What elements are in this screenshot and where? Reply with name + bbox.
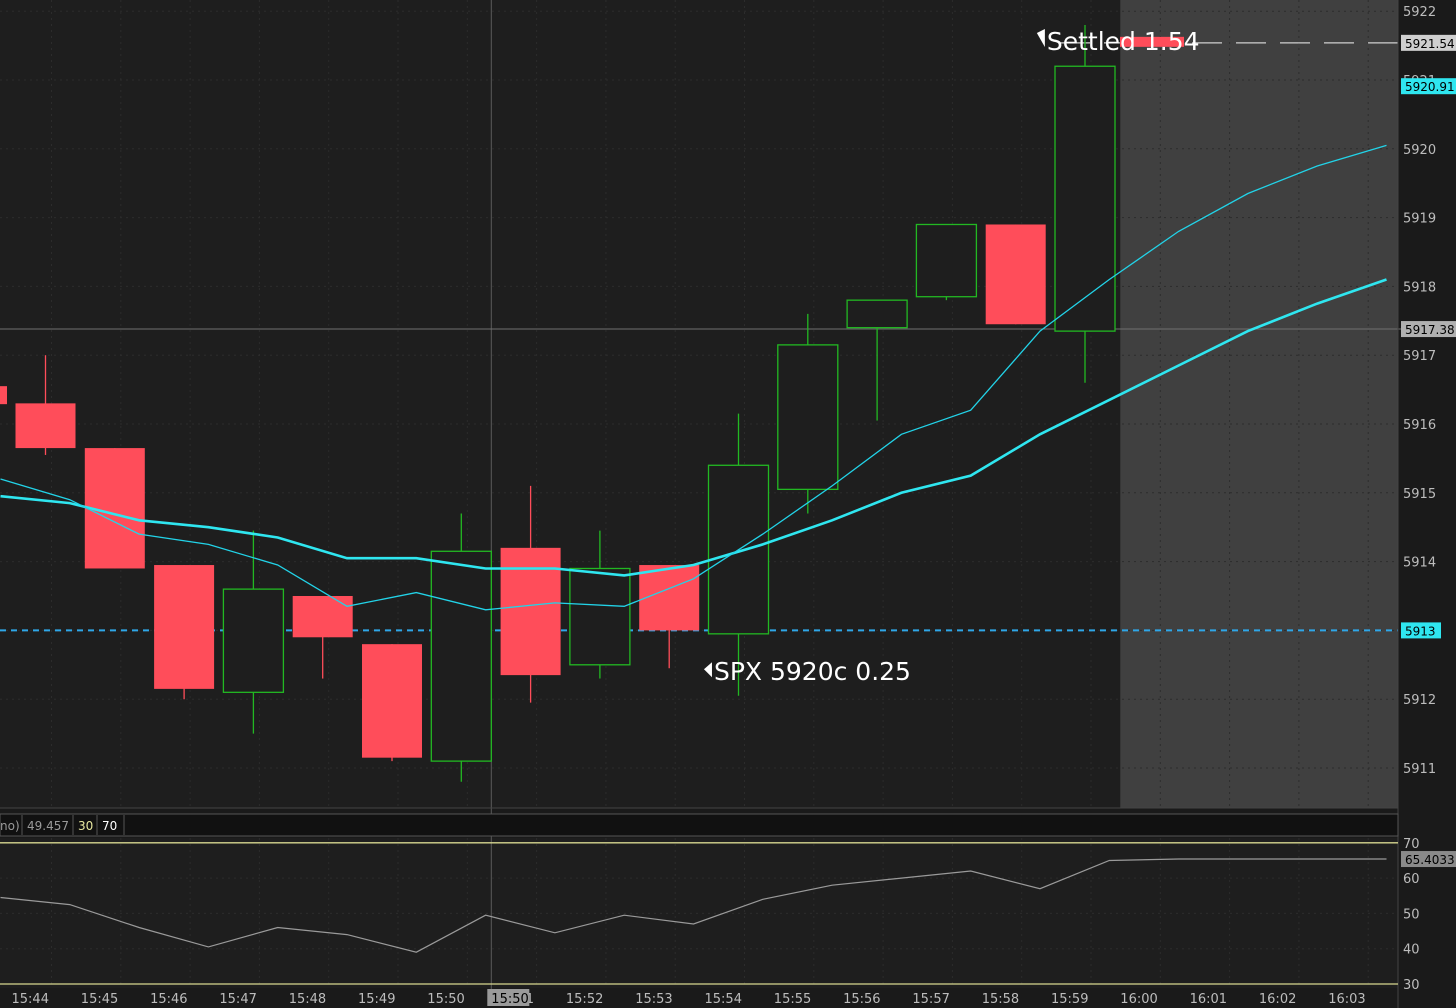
x-tick-label: 15:47 bbox=[219, 992, 256, 1007]
osc-y-tick-label: 60 bbox=[1403, 872, 1420, 887]
oscillator-header-value: no) bbox=[0, 819, 20, 833]
oscillator-header bbox=[0, 813, 1399, 837]
candle-body-up[interactable] bbox=[915, 223, 978, 298]
candle-body-up[interactable] bbox=[777, 344, 839, 491]
price-tag-label: 5917.38 bbox=[1405, 323, 1455, 337]
x-tick-label: 15:52 bbox=[566, 992, 603, 1007]
x-tick-label: 16:01 bbox=[1190, 992, 1227, 1007]
candle-body-down[interactable] bbox=[639, 565, 700, 631]
y-tick-label: 5916 bbox=[1403, 418, 1436, 433]
annotation-option: SPX 5920c 0.25 bbox=[714, 657, 911, 686]
y-tick-label: 5911 bbox=[1403, 762, 1436, 777]
osc-y-tick-label: 50 bbox=[1403, 907, 1420, 922]
oscillator-header-value: 30 bbox=[78, 819, 93, 833]
candle-body-up[interactable] bbox=[846, 299, 908, 329]
x-tick-label: 15:50 bbox=[427, 992, 464, 1007]
y-tick-label: 5922 bbox=[1403, 5, 1436, 20]
price-tag-label: 5920.91 bbox=[1405, 80, 1455, 94]
y-tick-label: 5917 bbox=[1403, 349, 1436, 364]
x-tick-label: 15:59 bbox=[1051, 992, 1088, 1007]
oscillator-value-label: 65.4033 bbox=[1405, 853, 1455, 867]
osc-y-tick-label: 30 bbox=[1403, 978, 1420, 993]
crosshair-time-label: 15:50 bbox=[491, 992, 528, 1007]
y-tick-label: 5912 bbox=[1403, 693, 1436, 708]
chart-root: 5911 5912 5913 5914 5915 5916 5917 5918 5919 5920… bbox=[0, 0, 1456, 1008]
x-tick-label: 15:46 bbox=[150, 992, 187, 1007]
candle-body-up[interactable] bbox=[569, 567, 631, 666]
candle-body-down bbox=[0, 386, 7, 405]
x-tick-label: 15:44 bbox=[12, 992, 49, 1007]
x-tick-label: 16:02 bbox=[1259, 992, 1296, 1007]
y-tick-label: 5920 bbox=[1403, 143, 1436, 158]
osc-y-tick-label: 70 bbox=[1403, 837, 1420, 852]
x-tick-label: 15:54 bbox=[705, 992, 742, 1007]
x-tick-label: 15:55 bbox=[774, 992, 811, 1007]
x-tick-label: 16:00 bbox=[1120, 992, 1157, 1007]
x-tick-label: 15:56 bbox=[843, 992, 880, 1007]
candle-body-down[interactable] bbox=[362, 644, 422, 758]
annotation-settled: Settled 1.54 bbox=[1047, 27, 1200, 56]
price-tag-label: 5921.54 bbox=[1405, 37, 1455, 51]
candle-body-down[interactable] bbox=[292, 596, 353, 638]
x-tick-label: 16:03 bbox=[1328, 992, 1365, 1007]
candle-body-up[interactable] bbox=[1054, 65, 1116, 332]
price-tag-label: 5913 bbox=[1405, 624, 1436, 638]
oscillator-header-value: 49.457 bbox=[27, 819, 69, 833]
future-shading bbox=[1120, 0, 1398, 808]
candle-body-down[interactable] bbox=[500, 547, 561, 676]
y-tick-label: 5918 bbox=[1403, 280, 1436, 295]
osc-y-tick-label: 40 bbox=[1403, 943, 1420, 958]
candle-body-down[interactable] bbox=[154, 565, 215, 689]
candle-body-up[interactable] bbox=[222, 588, 285, 693]
candle-body-up[interactable] bbox=[430, 550, 492, 762]
y-tick-label: 5919 bbox=[1403, 212, 1436, 227]
y-tick-label: 5915 bbox=[1403, 487, 1436, 502]
x-tick-label: 15:53 bbox=[635, 992, 672, 1007]
y-tick-label: 5914 bbox=[1403, 556, 1436, 571]
x-tick-label: 15:45 bbox=[81, 992, 118, 1007]
x-tick-label: 15:49 bbox=[358, 992, 395, 1007]
x-tick-label: 15:58 bbox=[982, 992, 1019, 1007]
x-tick-label: 15:48 bbox=[289, 992, 326, 1007]
candle-body-down[interactable] bbox=[15, 403, 76, 449]
oscillator-header-value: 70 bbox=[102, 819, 117, 833]
x-tick-label: 15:57 bbox=[912, 992, 949, 1007]
candle-body-down[interactable] bbox=[985, 224, 1046, 325]
